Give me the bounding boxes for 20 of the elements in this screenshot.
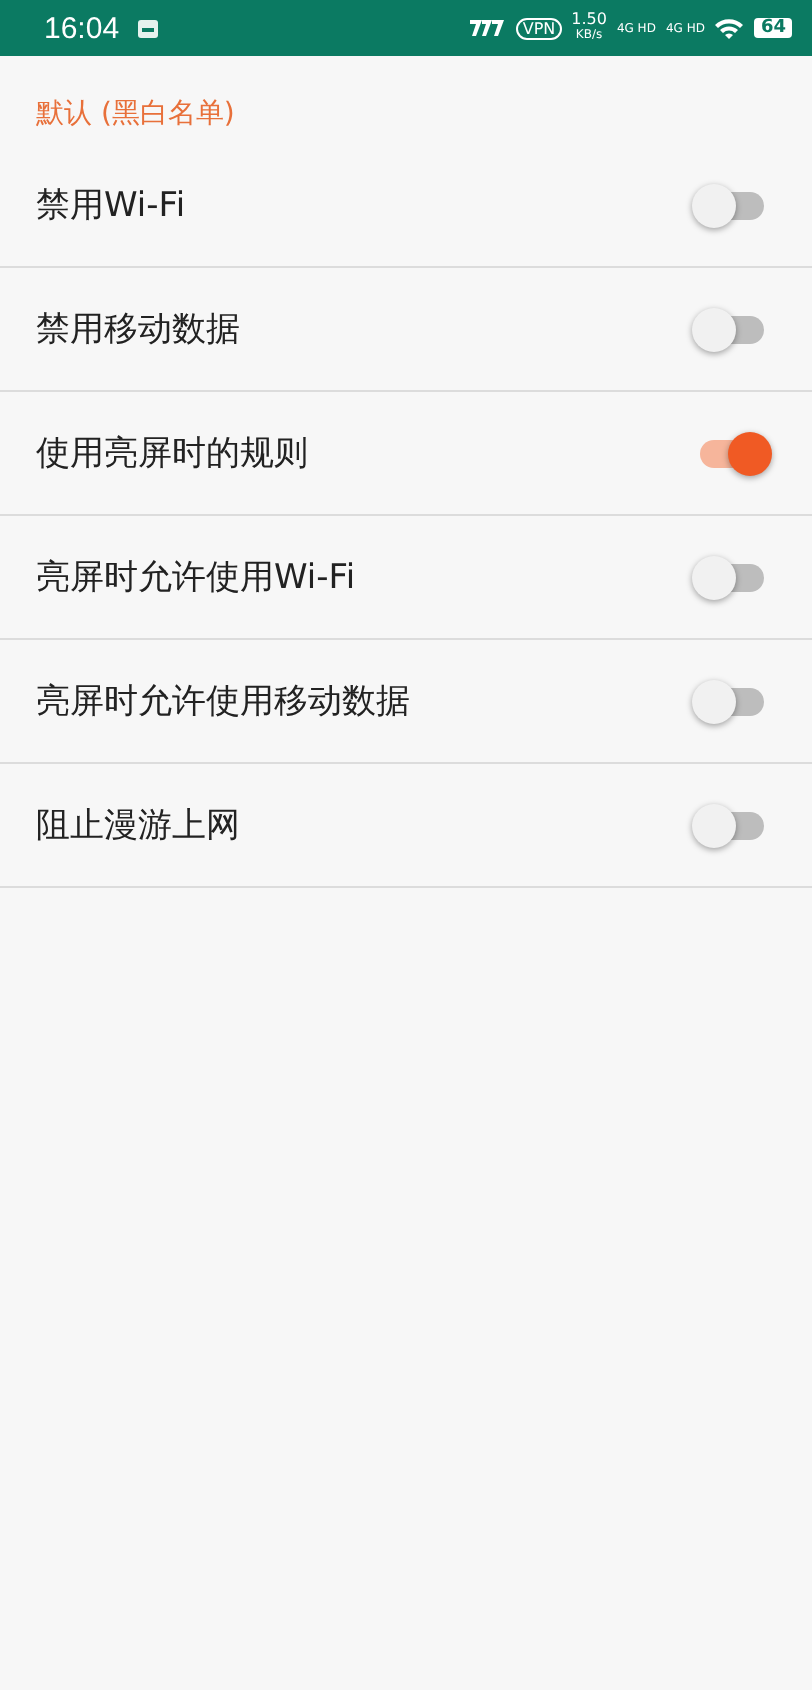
calendar-icon [135,17,160,39]
setting-label: 使用亮屏时的规则 [36,432,308,476]
setting-row[interactable]: 使用亮屏时的规则 [0,392,812,516]
setting-label: 亮屏时允许使用Wi-Fi [36,556,356,600]
section-header: 默认 (黑白名单) [34,96,237,134]
vpn-indicator: VPN [516,17,562,39]
setting-row[interactable]: 阻止漫游上网 [0,764,812,888]
setting-row[interactable]: 禁用Wi-Fi [0,144,812,268]
setting-label: 阻止漫游上网 [36,804,240,848]
setting-row[interactable]: 禁用移动数据 [0,268,812,392]
setting-label: 亮屏时允许使用移动数据 [36,680,410,724]
carrier-icon [466,18,507,38]
setting-label: 禁用移动数据 [36,308,240,352]
setting-label: 禁用Wi-Fi [36,184,186,228]
battery-level: 64 [754,18,792,38]
speed-value: 1.50 [571,12,607,28]
wifi-icon [714,17,745,39]
clock-time: 16:04 [44,11,120,45]
setting-row[interactable]: 亮屏时允许使用移动数据 [0,640,812,764]
setting-row[interactable]: 亮屏时允许使用Wi-Fi [0,516,812,640]
